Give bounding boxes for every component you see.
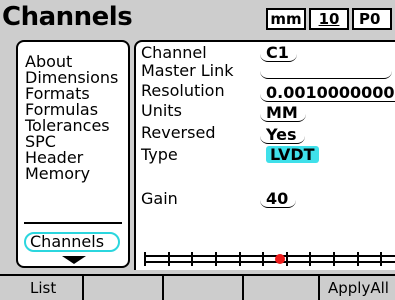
bargraph-tick [239, 252, 241, 266]
bargraph-tick [286, 252, 288, 266]
settings-menu: About Dimensions Formats Formulas Tolera… [16, 40, 130, 268]
softkey-bar: List ApplyAll [0, 274, 395, 300]
reversed-label: Reversed [141, 123, 216, 142]
units-value[interactable]: MM [260, 104, 306, 122]
bargraph-tick [262, 252, 264, 266]
down-arrow-icon[interactable] [62, 256, 86, 264]
bargraph-marker [275, 254, 285, 264]
bargraph-tick [357, 252, 359, 266]
part-indicator[interactable]: P0 [352, 8, 392, 30]
units-label: Units [141, 101, 182, 120]
device-screen: Channels mm 10 P0 About Dimensions Forma… [0, 0, 395, 300]
bargraph-tick [144, 252, 146, 266]
page-title: Channels [2, 2, 133, 32]
menu-divider [24, 222, 122, 224]
bargraph-tick [191, 252, 193, 266]
master-link-value[interactable] [260, 66, 392, 79]
master-link-label: Master Link [141, 61, 234, 80]
measurement-bargraph [144, 252, 395, 266]
softkey-list[interactable]: List [0, 276, 84, 300]
softkey-4[interactable] [244, 276, 320, 300]
softkey-2[interactable] [84, 276, 164, 300]
channel-settings-panel: Channel C1 Master Link Resolution 0.0010… [134, 40, 395, 270]
gain-value[interactable]: 40 [260, 190, 297, 208]
type-label: Type [141, 145, 178, 164]
gear-indicator[interactable]: 10 [309, 8, 349, 30]
menu-item-channels[interactable]: Channels [24, 232, 120, 252]
resolution-value[interactable]: 0.0010000000 [260, 84, 395, 102]
type-value[interactable]: LVDT [266, 146, 319, 163]
bargraph-tick [333, 252, 335, 266]
menu-list: About Dimensions Formats Formulas Tolera… [25, 54, 118, 182]
softkey-apply-all[interactable]: ApplyAll [320, 276, 395, 300]
menu-item-memory[interactable]: Memory [25, 166, 118, 182]
channel-label: Channel [141, 43, 207, 62]
softkey-3[interactable] [164, 276, 244, 300]
unit-indicator[interactable]: mm [266, 8, 306, 30]
gain-label: Gain [141, 189, 178, 208]
resolution-label: Resolution [141, 81, 225, 100]
reversed-value[interactable]: Yes [260, 126, 305, 144]
bargraph-tick [168, 252, 170, 266]
status-indicators: mm 10 P0 [266, 8, 395, 30]
channel-value[interactable]: C1 [260, 44, 297, 62]
bargraph-tick [215, 252, 217, 266]
bargraph-tick [309, 252, 311, 266]
bargraph-tick [380, 252, 382, 266]
